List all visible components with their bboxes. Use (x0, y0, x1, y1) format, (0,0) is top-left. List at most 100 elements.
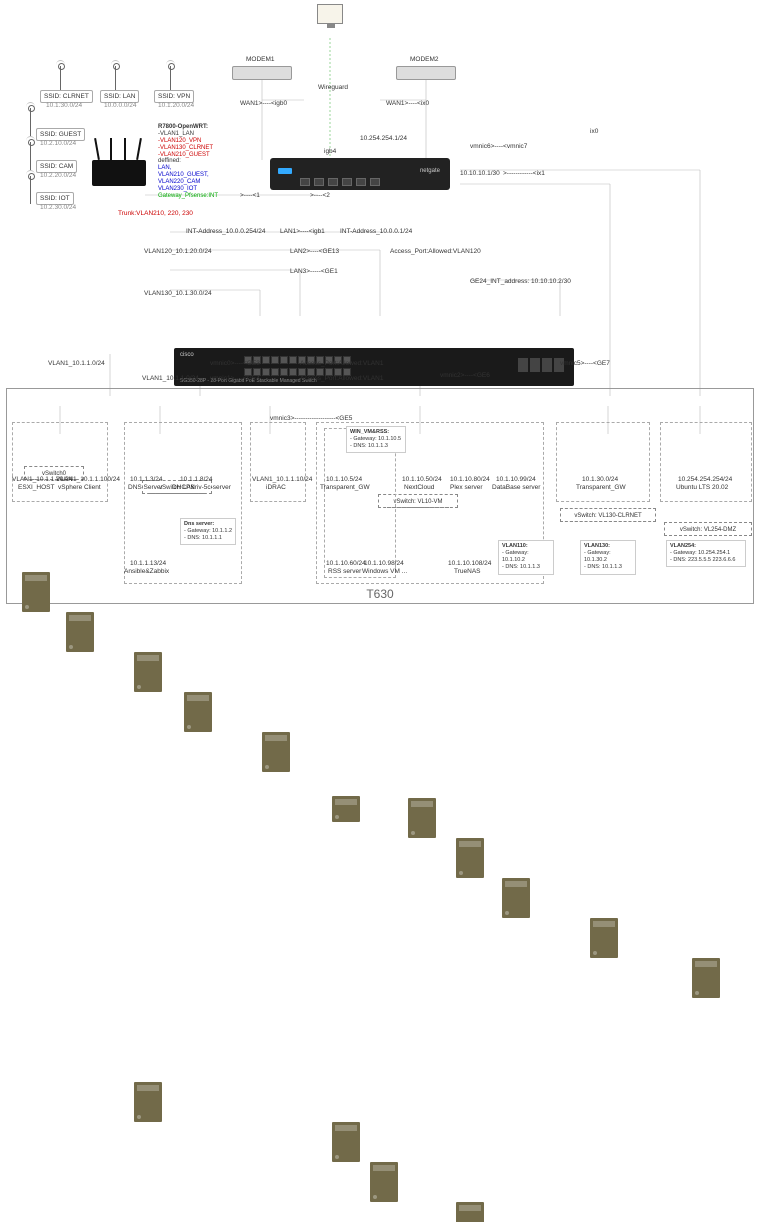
dns-note: Dns server: - Gateway: 10.1.1.2 - DNS: 1… (180, 518, 236, 545)
ubuntu-name: Ubuntu LTS 20.02 (676, 484, 728, 491)
server-esxi (22, 572, 50, 612)
tgw2-name: Transparent_GW (576, 484, 626, 491)
server-winvm (370, 1162, 398, 1202)
ssid-cam-ip: 10.2.20.0/24 (40, 172, 76, 179)
vlan130-label: VLAN130_10.1.30.0/24 (144, 290, 212, 297)
vmnic0-label: vmnic0>----<GE3 (210, 360, 260, 367)
dhcp-name: DHCP&riv-5c-server (172, 484, 231, 491)
antenna-icon (30, 176, 31, 204)
modem1 (232, 66, 292, 80)
rss-name: RSS server (328, 568, 361, 575)
truenas-name: TrueNAS (454, 568, 481, 575)
db-ip: 10.1.10.99/24 (496, 476, 536, 483)
vmnic5-label: vmnic5>----<GE7 (560, 360, 610, 367)
lan3-label: LAN3>-----<GE1 (290, 268, 338, 275)
server-dns (134, 652, 162, 692)
igb4-label: igb4 (324, 148, 336, 155)
modem2 (396, 66, 456, 80)
vlan1-label: VLAN1_10.1.1.0/24 (48, 360, 105, 367)
vlan130-note: VLAN130: - Gateway: 10.1.30.2 - DNS: 10.… (580, 540, 636, 575)
server-tgw (332, 796, 360, 822)
rss-ip: 10.1.10.60/24 (326, 560, 366, 567)
idrac-ip: VLAN1_10.1.1.10/24 (252, 476, 312, 483)
vswitch-vl254: vSwitch: VL254-DMZ (664, 522, 752, 536)
antenna-icon (30, 142, 31, 170)
ansible-ip: 10.1.1.13/24 (130, 560, 166, 567)
wan1-label: WAN1>----<igb0 (240, 100, 287, 107)
ix0-label: ix0 (590, 128, 598, 135)
ssid-clrnet-ip: 10.1.30.0/24 (46, 102, 82, 109)
router-config: R7800-OpenWRT: -VLAN1_LAN-VLAN120_VPN-VL… (158, 124, 218, 200)
net254-label: 10.254.254.1/24 (360, 135, 407, 142)
modem2-label: MODEM2 (410, 56, 439, 63)
vlan120-label: VLAN120_10.1.20.0/24 (144, 248, 212, 255)
server-idrac (262, 732, 290, 772)
server-plex (456, 838, 484, 878)
dns-ip: 10.1.1.3/24 (130, 476, 163, 483)
dhcp-ip: 10.1.1.8/24 (180, 476, 213, 483)
plex-ip: 10.1.10.80/24 (450, 476, 490, 483)
vsphere-name: vSphere Client (58, 484, 101, 491)
tgw-ip: 10.1.10.5/24 (326, 476, 362, 483)
winvm-ip: 10.1.10.98/24 (364, 560, 404, 567)
ge24-label: GE24_INT_address: 10.10.10.2/30 (470, 278, 571, 285)
lan2-label: LAN2>----<GE13 (290, 248, 339, 255)
server-truenas (456, 1202, 484, 1222)
tgw-name: Transparent_GW (320, 484, 370, 491)
ansible-name: Ansible&Zabbix (124, 568, 169, 575)
server-db (502, 878, 530, 918)
router-title: R7800-OpenWRT: (158, 124, 218, 131)
server-nextcloud (408, 798, 436, 838)
ix1-arrow-label: >------------<ix1 (503, 170, 545, 177)
int-right-label: INT-Address_10.0.0.1/24 (340, 228, 412, 235)
server-ansible (134, 1082, 162, 1122)
vswitch-vl130: vSwitch: VL130-CLRNET (560, 508, 656, 522)
server-rss (332, 1122, 360, 1162)
netgate-brand-label: netgate (420, 168, 440, 174)
vmnic67-label: vmnic6>----<vmnic7 (470, 143, 527, 150)
vlan254-note: VLAN254: - Gateway: 10.254.254.1 - DNS: … (666, 540, 746, 567)
ssid-vpn-ip: 10.1.20.0/24 (158, 102, 194, 109)
remote-computer (317, 4, 343, 24)
wan2-label: WAN1>----<ix0 (386, 100, 429, 107)
trunk-label: Trunk:VLAN210, 220, 230 (118, 210, 193, 217)
vlan1b-label: VLAN1_10.1.1.0/24 (142, 375, 199, 382)
ssid-guest-ip: 10.2.10.0/24 (40, 140, 76, 147)
winvm-note: WIN_VM&RSS: - Gateway: 10.1.10.5 - DNS: … (346, 426, 406, 453)
server-dhcp (184, 692, 212, 732)
dns-name: DNS Server (128, 484, 163, 491)
modem1-label: MODEM1 (246, 56, 275, 63)
server-ubuntu (692, 958, 720, 998)
switch-brand-label: cisco (180, 352, 194, 358)
server-vsphere (66, 612, 94, 652)
esxi-name: ESXI_HOST (18, 484, 54, 491)
db-name: DataBase server (492, 484, 540, 491)
nextcloud-ip: 10.1.10.50/24 (402, 476, 442, 483)
int-self-label: INT-Address_10.0.0.254/24 (186, 228, 266, 235)
net1010-label: 10.10.10.1/30 (460, 170, 500, 177)
wireguard-label: Wireguard (318, 84, 348, 91)
arrow2-label: >----<2 (310, 192, 330, 199)
lan1-label: LAN1>----<igb1 (280, 228, 325, 235)
server-tgw2 (590, 918, 618, 958)
tgw2-ip: 10.1.30.0/24 (582, 476, 618, 483)
nextcloud-name: NextCloud (404, 484, 434, 491)
pfsense-netgate: netgate (270, 158, 450, 190)
vsphere-ip: VLAN1_10.1.1.100/24 (56, 476, 120, 483)
ssid-lan-ip: 10.0.0.0/24 (104, 102, 137, 109)
wifi-router (92, 160, 146, 186)
access1-label: Access_Port:Allowed:VLAN1 (300, 360, 383, 367)
idrac-name: iDRAC (266, 484, 286, 491)
access120-label: Access_Port:Allowed:VLAN120 (390, 248, 481, 255)
truenas-ip: 10.1.10.108/24 (448, 560, 491, 567)
antenna-icon (30, 108, 31, 136)
winvm-name: Windows VM ... (362, 568, 407, 575)
ubuntu-ip: 10.254.254.254/24 (678, 476, 732, 483)
ssid-iot-ip: 10.2.30.0/24 (40, 204, 76, 211)
access1b-label: Access_Port:Allowed:VLAN1 (300, 375, 383, 382)
vlan110-note: VLAN110: - Gateway: 10.1.10.2 - DNS: 10.… (498, 540, 554, 575)
vmnic1-label: vmnic1>----<GE4 (210, 375, 260, 382)
plex-name: Plex server (450, 484, 483, 491)
arrow1-label: >----<1 (240, 192, 260, 199)
t630-label: T630 (366, 587, 393, 601)
